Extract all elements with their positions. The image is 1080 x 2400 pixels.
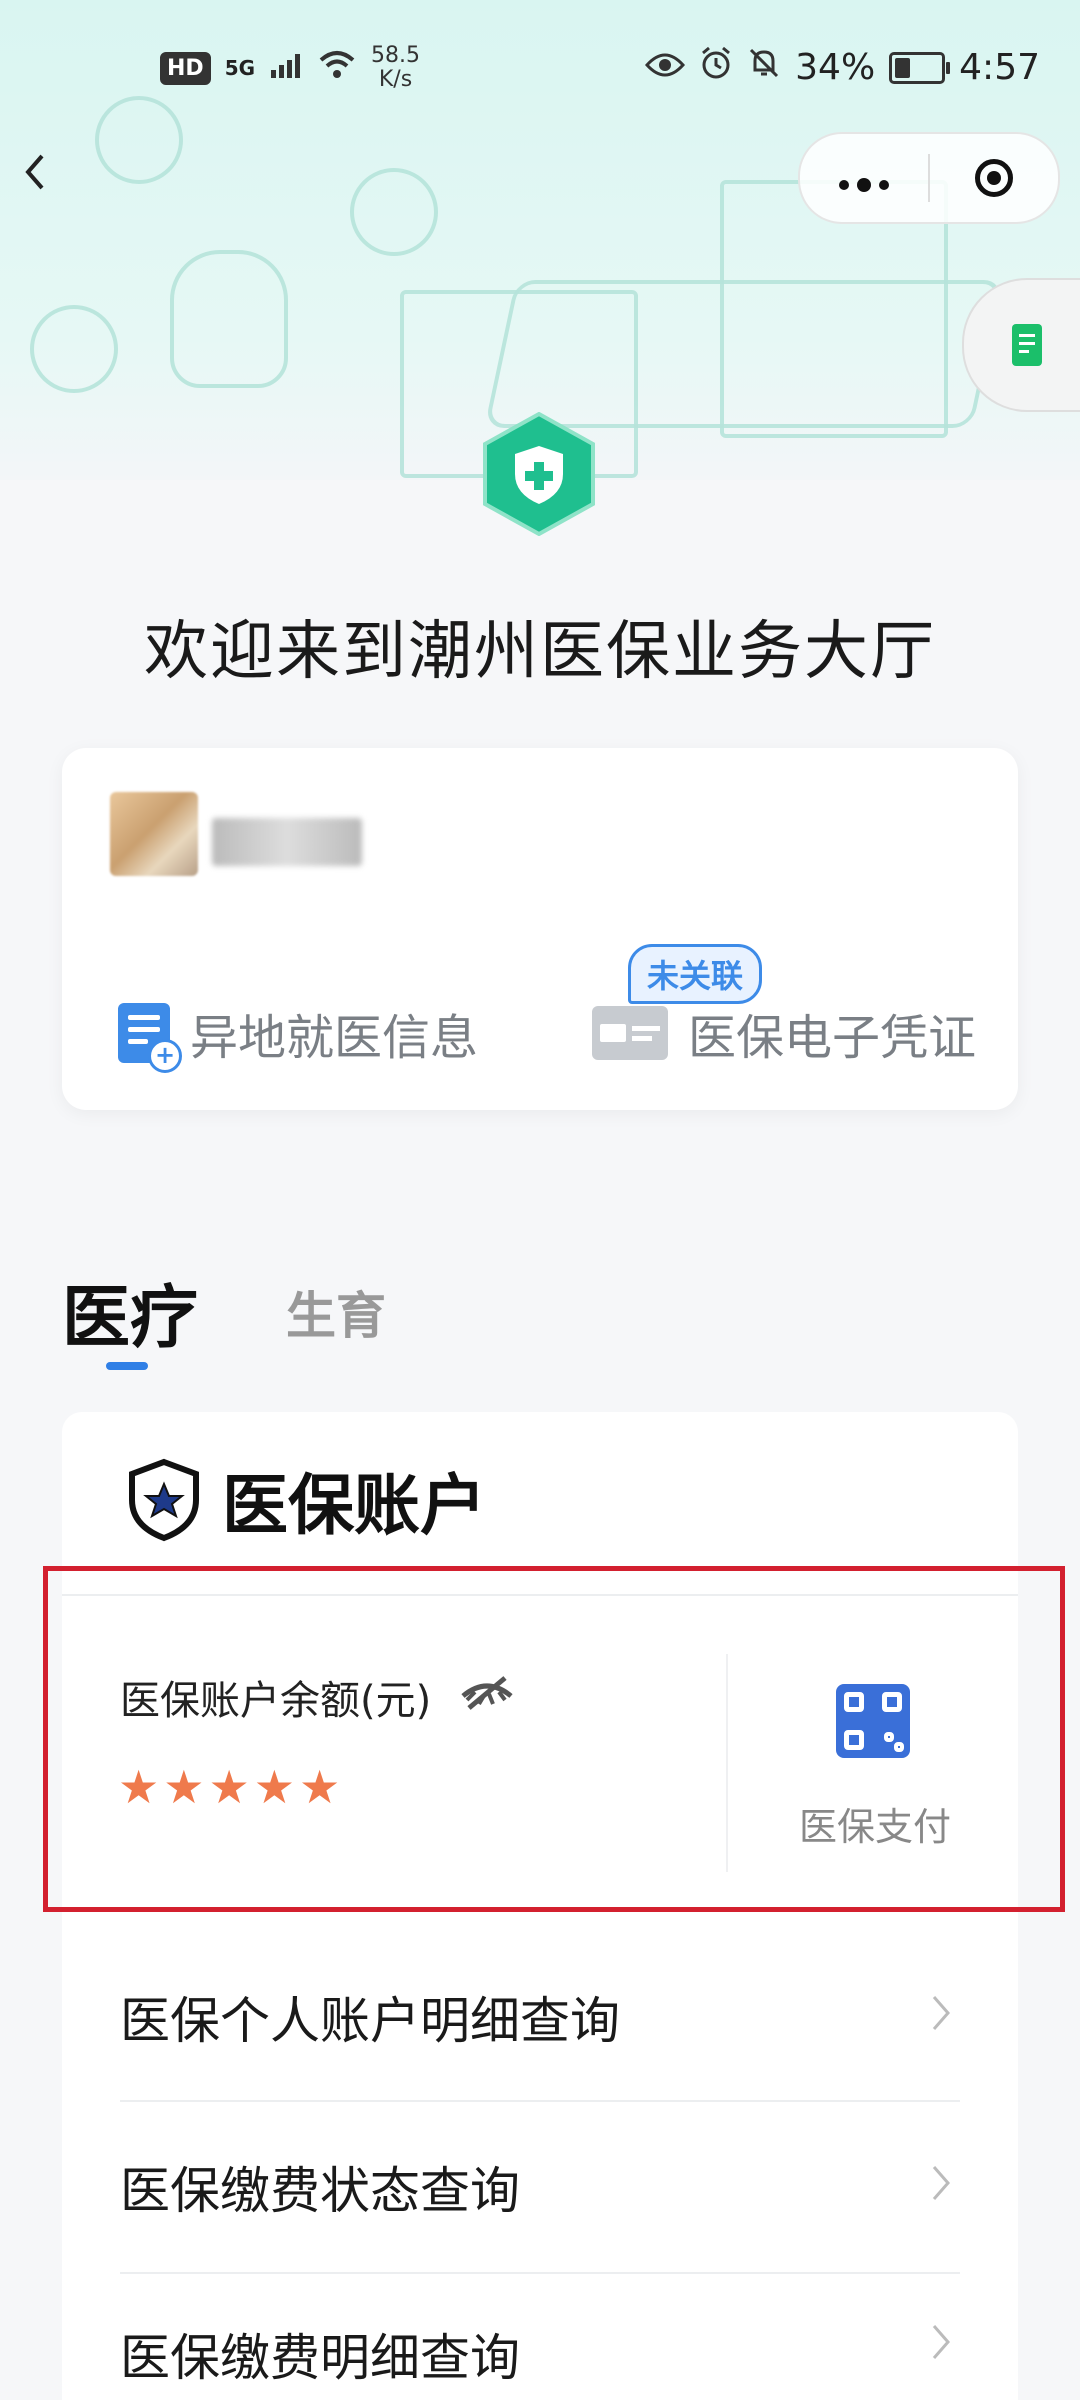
service-label: 医保电子凭证 xyxy=(688,1010,977,1066)
status-left: HD 5G 58.5 K/s xyxy=(160,44,420,92)
highlight-box xyxy=(43,1566,1065,1912)
shield-star-icon xyxy=(129,1458,199,1542)
welcome-title: 欢迎来到潮州医保业务大厅 xyxy=(144,615,936,689)
user-name-blurred xyxy=(212,818,362,866)
doc-plus-icon: + xyxy=(118,1003,182,1073)
service-label: 异地就医信息 xyxy=(190,1010,479,1066)
balance-masked-value: ★★★★★ xyxy=(118,1760,345,1814)
hd-badge: HD xyxy=(160,51,211,85)
avatar[interactable] xyxy=(110,792,198,876)
tab-active-indicator xyxy=(106,1362,148,1370)
tab-maternity[interactable]: 生育 xyxy=(286,1276,386,1348)
qr-code-icon[interactable] xyxy=(836,1684,910,1758)
account-title: 医保账户 xyxy=(124,1452,486,1548)
target-icon xyxy=(975,159,1013,197)
status-right: 34% 4:57 xyxy=(645,46,1040,89)
chevron-left-icon xyxy=(25,154,44,190)
unlinked-badge: 未关联 xyxy=(628,944,763,1004)
service-e-certificate[interactable]: 医保电子凭证 xyxy=(592,998,976,1068)
tab-medical[interactable]: 医疗 xyxy=(62,1262,198,1361)
side-float-button[interactable] xyxy=(962,278,1080,412)
chevron-right-icon xyxy=(930,1989,952,2045)
speed-unit: K/s xyxy=(378,67,413,92)
more-button[interactable] xyxy=(800,158,928,198)
balance-label: 医保账户余额(元) xyxy=(120,1668,515,1726)
back-button[interactable] xyxy=(22,150,48,200)
medical-insurance-logo xyxy=(481,411,597,537)
battery-percent: 34% xyxy=(795,47,876,88)
account-title-text: 医保账户 xyxy=(222,1467,486,1544)
id-card-icon xyxy=(592,1006,668,1060)
insurance-pay-button[interactable]: 医保支付 xyxy=(760,1796,990,1851)
clock: 4:57 xyxy=(959,47,1040,88)
network-speed: 58.5 K/s xyxy=(371,44,420,92)
menu-row-payment-status[interactable]: 医保缴费状态查询 xyxy=(120,2102,960,2272)
close-mini-program-button[interactable] xyxy=(930,159,1058,197)
mini-program-capsule xyxy=(798,132,1060,224)
balance-label-text: 医保账户余额(元) xyxy=(120,1678,432,1724)
speed-value: 58.5 xyxy=(371,43,421,68)
chevron-right-icon xyxy=(930,2318,952,2374)
menu-row-label: 医保缴费明细查询 xyxy=(120,2329,520,2387)
battery-level xyxy=(895,57,911,78)
eye-icon xyxy=(645,47,686,88)
menu-row-label: 医保缴费状态查询 xyxy=(120,2162,520,2220)
wifi-icon xyxy=(317,48,357,89)
eye-off-icon[interactable] xyxy=(459,1674,515,1720)
signal-icon xyxy=(269,48,303,89)
menu-row-account-details[interactable]: 医保个人账户明细查询 xyxy=(120,1932,960,2102)
alarm-icon xyxy=(699,46,733,89)
network-type: 5G xyxy=(224,56,256,80)
mute-bell-icon xyxy=(747,46,781,89)
balance-separator xyxy=(726,1654,728,1872)
more-dots-icon xyxy=(839,178,889,192)
service-offsite-medical[interactable]: + 异地就医信息 xyxy=(118,998,479,1073)
menu-row-payment-details[interactable]: 医保缴费明细查询 xyxy=(120,2274,960,2400)
menu-row-label: 医保个人账户明细查询 xyxy=(120,1992,620,2050)
chevron-right-icon xyxy=(930,2159,952,2215)
document-icon xyxy=(1012,324,1042,366)
battery-icon xyxy=(889,51,951,84)
status-bar: HD 5G 58.5 K/s 34% 4:57 xyxy=(0,0,1080,140)
user-card: + 异地就医信息 未关联 医保电子凭证 xyxy=(62,748,1018,1110)
